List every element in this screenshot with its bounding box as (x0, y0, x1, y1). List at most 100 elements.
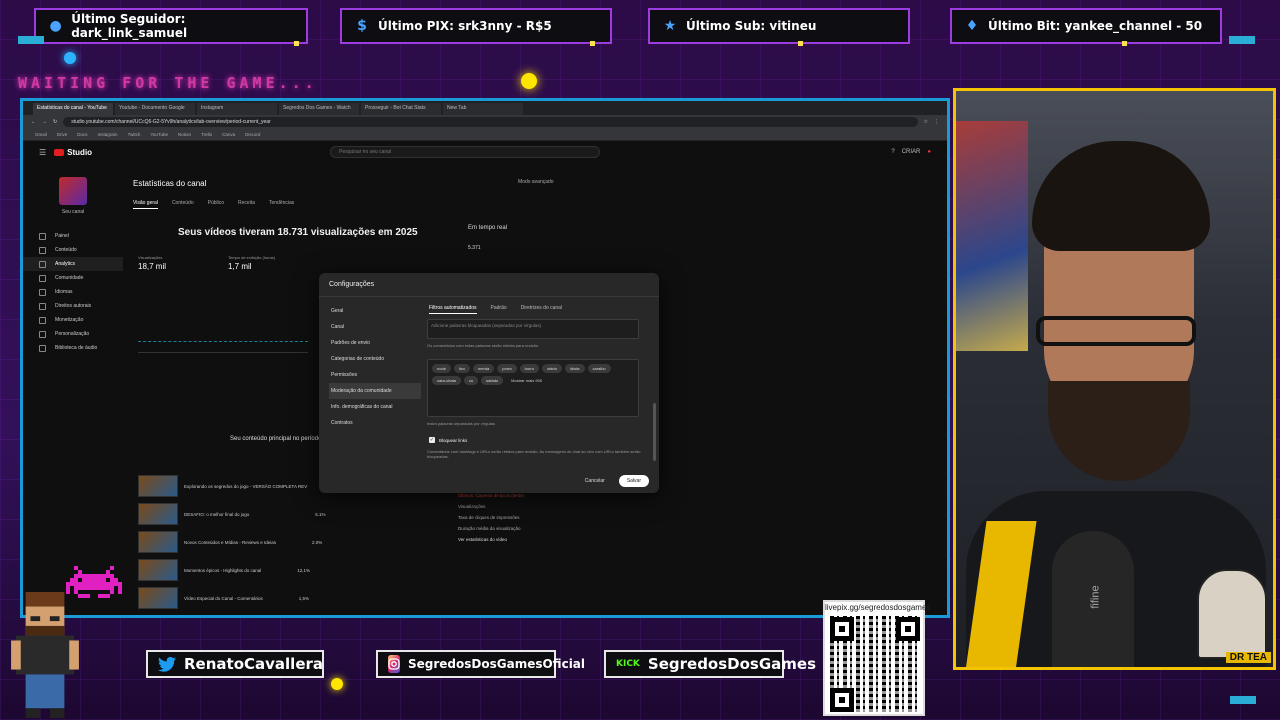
settings-nav-permissions[interactable]: Permissões (329, 367, 421, 383)
bookmark[interactable]: Discord (245, 132, 260, 137)
bookmark[interactable]: Gmail (35, 132, 47, 137)
bookmark[interactable]: Docs (77, 132, 87, 137)
blocked-word-chip[interactable]: safado (481, 376, 504, 385)
glasses (1036, 316, 1196, 346)
sidebar-item-copyright[interactable]: Direitos autorais (23, 299, 123, 313)
tab-revenue[interactable]: Receita (238, 200, 255, 209)
blocked-word-chip[interactable]: lixo (453, 364, 470, 373)
diamond-icon: ♦ (965, 18, 979, 34)
advanced-mode-button[interactable]: Modo avançado (518, 179, 554, 185)
studio-header: ☰ Studio Pesquisar no seu canal ? CRIAR … (23, 141, 947, 163)
browser-tab[interactable]: Estatísticas do canal - YouTube (33, 103, 113, 115)
sidebar-item-languages[interactable]: Idiomas (23, 285, 123, 299)
settings-nav-general[interactable]: Geral (329, 303, 421, 319)
sidebar-item-customization[interactable]: Personalização (23, 327, 123, 341)
metric-views[interactable]: Visualizações 18,7 mil (138, 255, 166, 271)
waiting-banner: WAITING FOR THE GAME... (18, 74, 318, 92)
blocked-word-chip[interactable]: idiota (564, 364, 585, 373)
back-icon[interactable]: ← (31, 119, 36, 125)
bookmark[interactable]: Instagram (98, 132, 118, 137)
webcam-feed: fifine DR TEA (953, 88, 1276, 670)
studio-search-input[interactable]: Pesquisar no seu canal (330, 146, 601, 158)
social-twitter[interactable]: RenatoCavallera (146, 650, 324, 678)
bookmark[interactable]: Canva (222, 132, 235, 137)
cancel-button[interactable]: Cancelar (579, 475, 611, 487)
social-kick[interactable]: KICK SegredosDosGames (604, 650, 816, 678)
tab-content[interactable]: Conteúdo (172, 200, 194, 209)
checkbox-label: Bloquear links (439, 437, 468, 443)
forward-icon[interactable]: → (42, 119, 47, 125)
channel-avatar[interactable] (59, 177, 87, 205)
table-row[interactable]: Momentos épicos - Highlights do canal 12… (138, 559, 310, 581)
moderation-tabs: Filtros automatizados Padrão Diretrizes … (429, 305, 562, 314)
see-video-stats-link[interactable]: Ver estatísticas do vídeo (458, 537, 568, 542)
metric-watch-time[interactable]: Tempo de exibição (horas) 1,7 mil (228, 255, 275, 271)
sidebar-item-analytics[interactable]: Analytics (23, 257, 123, 271)
table-row[interactable]: Novos Conteúdos e Mídias - Reviews e Ide… (138, 531, 322, 553)
dialog-actions: Cancelar Salvar (579, 475, 649, 487)
views-headline: Seus vídeos tiveram 18.731 visualizações… (178, 227, 418, 238)
alert-last-sub: ★ Último Sub: vitineu (648, 8, 910, 46)
browser-tab[interactable]: Youtube - Documento Google (115, 103, 195, 115)
tab-channel-guidelines[interactable]: Diretrizes do canal (521, 305, 562, 314)
tab-defaults[interactable]: Padrão (491, 305, 507, 314)
settings-nav-channel[interactable]: Canal (329, 319, 421, 335)
menu-icon[interactable]: ⋮ (934, 119, 939, 125)
bookmark[interactable]: Notion (178, 132, 191, 137)
tab-automated-filters[interactable]: Filtros automatizados (429, 305, 477, 314)
blocked-word-chip[interactable]: merda (472, 364, 495, 373)
social-instagram[interactable]: SegredosDosGamesOficial (376, 650, 585, 678)
blocked-word-chip[interactable]: noob (432, 364, 451, 373)
decorative-bar (1230, 696, 1256, 704)
star-icon[interactable]: ☆ (924, 119, 928, 125)
blocked-word-chip[interactable]: otário (541, 364, 562, 373)
bookmark[interactable]: Twitch (128, 132, 141, 137)
youtube-play-icon (54, 148, 65, 156)
checkbox-checked-icon[interactable]: ✓ (429, 437, 435, 443)
hamburger-icon[interactable]: ☰ (39, 148, 46, 157)
bookmark[interactable]: Trello (201, 132, 212, 137)
blocked-words-input[interactable]: Adicione palavras bloqueadas (separadas … (427, 319, 639, 339)
settings-nav-content-categories[interactable]: Categorias de conteúdo (329, 351, 421, 367)
bookmark[interactable]: Drive (57, 132, 68, 137)
alert-last-follower: ● Último Seguidor: dark_link_samuel (34, 8, 308, 46)
avatar[interactable]: ● (927, 149, 931, 155)
blocked-word-chip[interactable]: cu (463, 376, 479, 385)
qr-code-card[interactable]: livepix.gg/segredosdosgames (823, 600, 930, 716)
settings-nav-agreements[interactable]: Contratos (329, 415, 421, 431)
browser-tab[interactable]: Segredos Dos Games - Watch (279, 103, 359, 115)
sidebar-item-dashboard[interactable]: Painel (23, 229, 123, 243)
table-row[interactable]: DESAFIO: o melhor final do jogo 5.1% (138, 503, 326, 525)
create-button[interactable]: CRIAR (902, 149, 921, 155)
studio-logo[interactable]: Studio (54, 148, 92, 157)
tab-trends[interactable]: Tendências (269, 200, 294, 209)
reload-icon[interactable]: ↻ (53, 119, 57, 125)
video-stat: 5.1% (315, 511, 326, 517)
bookmark[interactable]: YouTube (150, 132, 168, 137)
save-button[interactable]: Salvar (618, 475, 649, 487)
blocked-words-list[interactable]: noob lixo merda porra burro otário idiot… (427, 359, 639, 417)
settings-nav-upload-defaults[interactable]: Padrões de envio (329, 335, 421, 351)
browser-tab[interactable]: Instagram (197, 103, 277, 115)
sidebar-item-audio-library[interactable]: Biblioteca de áudio (23, 341, 123, 355)
table-row[interactable]: Vídeo Especial do Canal - Comentários 1,… (138, 587, 309, 609)
dialog-scrollbar[interactable] (653, 403, 656, 461)
tab-overview[interactable]: Visão geral (133, 200, 158, 209)
settings-nav-demographics[interactable]: Info. demográficas do canal (329, 399, 421, 415)
blocked-word-chip[interactable]: porra (497, 364, 517, 373)
settings-nav-community-moderation[interactable]: Moderação da comunidade (329, 383, 421, 399)
sidebar-item-monetization[interactable]: Monetização (23, 313, 123, 327)
browser-tab[interactable]: Prosseguir - Bot Chat Stats (361, 103, 441, 115)
browser-tab[interactable]: New Tab (443, 103, 523, 115)
latest-video-title[interactable]: Últimos: Caverna de Ecos (teste) (458, 493, 568, 498)
help-icon[interactable]: ? (891, 149, 894, 155)
tab-audience[interactable]: Público (208, 200, 224, 209)
blocked-word-chip[interactable]: cara-chata (432, 376, 461, 385)
sidebar-item-content[interactable]: Conteúdo (23, 243, 123, 257)
show-more-button[interactable]: Mostrar mais 900 (506, 376, 547, 385)
url-input[interactable]: studio.youtube.com/channel/UCcQ6-G2-5Yv9… (63, 117, 918, 127)
blocked-word-chip[interactable]: burro (519, 364, 539, 373)
block-links-checkbox[interactable]: ✓ Bloquear links (429, 437, 467, 443)
sidebar-item-community[interactable]: Comunidade (23, 271, 123, 285)
blocked-word-chip[interactable]: caralho (587, 364, 611, 373)
